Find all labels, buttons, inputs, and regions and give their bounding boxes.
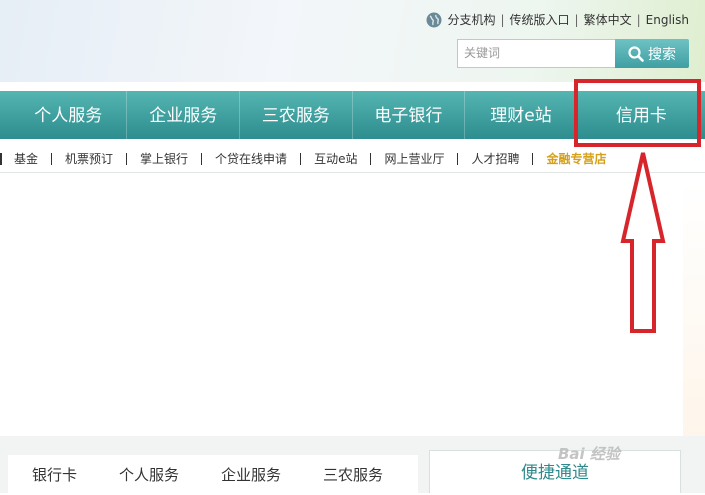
tab-personal[interactable]: 个人服务 [95, 464, 197, 485]
baidu-jingyan-watermark: Bai 经验 [558, 445, 620, 463]
subnav-item-careers[interactable]: 人才招聘 [457, 153, 532, 165]
subnav-item-flight[interactable]: 机票预订 [51, 153, 126, 165]
search-button[interactable]: 搜索 [615, 39, 689, 68]
tab-enterprise[interactable]: 企业服务 [197, 464, 299, 485]
nav-item-enterprise[interactable]: 企业服务 [127, 91, 241, 139]
separator: | [574, 12, 579, 27]
subnav-item-mobile-bank[interactable]: 掌上银行 [126, 153, 201, 165]
tab-bank-card[interactable]: 银行卡 [8, 464, 95, 485]
search-icon [628, 45, 644, 62]
nav-item-ebank[interactable]: 电子银行 [353, 91, 466, 139]
up-arrow-icon [620, 152, 666, 333]
globe-icon [426, 12, 442, 27]
sub-nav: 基金 机票预订 掌上银行 个贷在线申请 互动e站 网上营业厅 人才招聘 金融专营… [0, 146, 705, 173]
quick-access-panel[interactable]: 便捷通道 [429, 450, 681, 493]
bottom-tabs: 银行卡 个人服务 企业服务 三农服务 [8, 455, 418, 493]
highlight-box [574, 79, 701, 147]
subnav-item-finance-store[interactable]: 金融专营店 [532, 153, 619, 165]
link-traditional-chinese[interactable]: 繁体中文 [584, 11, 632, 28]
nav-item-wealth[interactable]: 理财e站 [465, 91, 578, 139]
subnav-item-fund[interactable]: 基金 [0, 153, 51, 165]
subnav-item-online-hall[interactable]: 网上营业厅 [370, 153, 457, 165]
nav-item-rural[interactable]: 三农服务 [240, 91, 353, 139]
search-button-label: 搜索 [648, 46, 676, 63]
link-classic[interactable]: 传统版入口 [510, 11, 570, 28]
link-english[interactable]: English [646, 13, 689, 27]
subnav-item-loan[interactable]: 个贷在线申请 [201, 153, 300, 165]
link-branch[interactable]: 分支机构 [447, 11, 495, 28]
tab-rural[interactable]: 三农服务 [299, 464, 401, 485]
search-box: 关键词 搜索 [457, 39, 689, 68]
subnav-item-interactive[interactable]: 互动e站 [300, 153, 370, 165]
separator: | [636, 12, 641, 27]
separator: | [500, 12, 505, 27]
nav-item-personal[interactable]: 个人服务 [0, 91, 128, 139]
top-links: 分支机构 | 传统版入口 | 繁体中文 | English [426, 11, 689, 28]
search-input[interactable]: 关键词 [457, 39, 623, 68]
